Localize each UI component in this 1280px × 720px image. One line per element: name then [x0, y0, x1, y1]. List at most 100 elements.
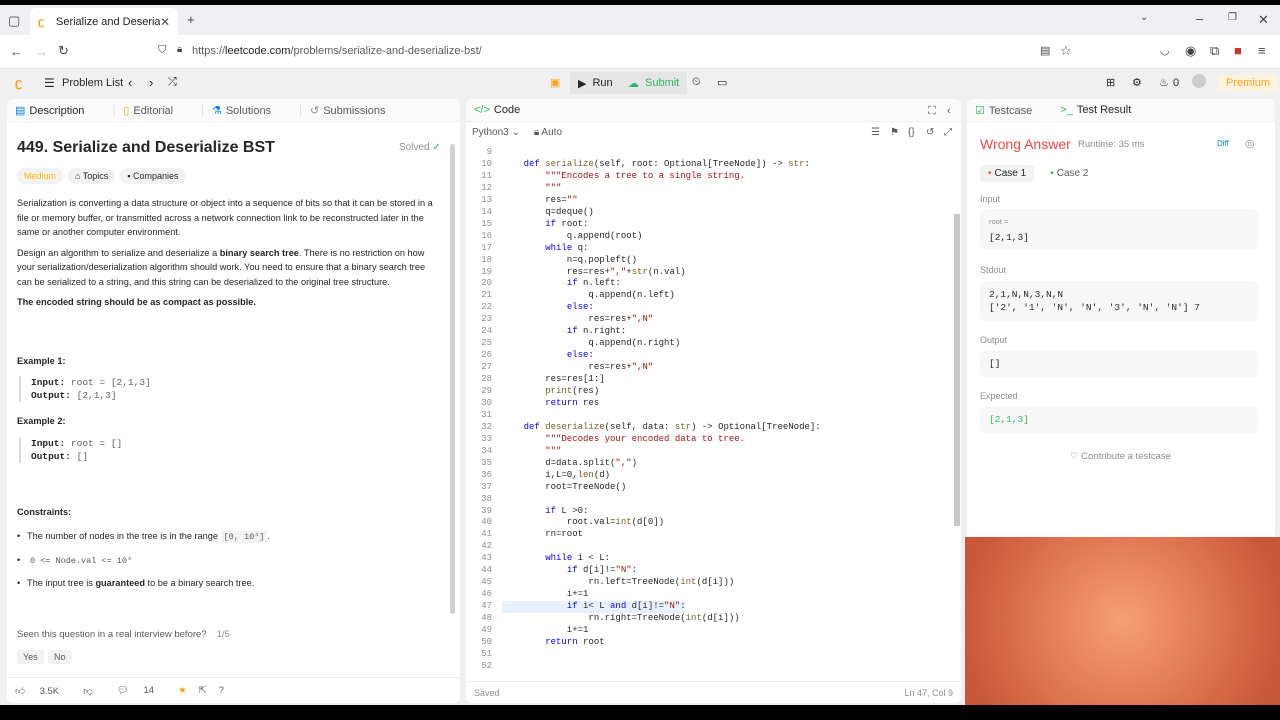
minimize-icon[interactable]: – [1196, 11, 1203, 26]
maximize-icon[interactable]: ❐ [1228, 12, 1237, 23]
expand-icon[interactable]: ⤢ [944, 127, 952, 138]
bookmark-star-icon[interactable]: ☆ [1060, 43, 1072, 59]
description-note: The encoded string should be as compact … [17, 297, 256, 307]
browser-tab[interactable]: ʗ Serialize and Deserialize BST - L ✕ [30, 8, 178, 35]
description-panel: ▤ Description | ▯ Editorial | ⚗ Solutions |… [7, 99, 460, 703]
favorite-star-icon[interactable]: ★ [178, 685, 187, 696]
extensions-icon[interactable]: ⧉ [1210, 43, 1219, 59]
share-icon[interactable]: ⇱ [199, 685, 207, 696]
code-editor[interactable]: 9 10 def serialize(self, root: Optional[T… [466, 145, 961, 681]
dislike-button[interactable]: 👎︎ [83, 685, 105, 697]
text: Design an algorithm to serialize and des… [17, 247, 220, 258]
tab-description[interactable]: ▤ Description [15, 104, 98, 117]
tab-submissions[interactable]: ↺ Submissions [310, 104, 400, 117]
bold-text: guaranteed [95, 578, 145, 588]
line-number: 41 [481, 529, 492, 540]
language-select[interactable]: Python3 ⌄ [472, 127, 520, 138]
tab-solutions[interactable]: ⚗ Solutions [212, 104, 285, 117]
yes-button[interactable]: Yes [17, 650, 44, 664]
input-value: [2,1,3] [989, 232, 1029, 243]
collapse-icon[interactable]: ‹ [947, 105, 951, 117]
line-number: 51 [481, 648, 492, 659]
autocomplete-mode[interactable]: 🔒︎ Auto [534, 127, 562, 138]
tab-testcase[interactable]: ☑ Testcase [975, 104, 1046, 117]
layout-icon[interactable]: ⊞ [1106, 76, 1115, 89]
fullscreen-icon[interactable]: ⛶ [928, 105, 936, 118]
tab-overview-icon[interactable]: ▢ [8, 13, 20, 29]
problem-list-link[interactable]: Problem List [62, 77, 123, 89]
settings-gear-icon[interactable]: ⚙ [1132, 76, 1142, 89]
case-1-tab[interactable]: • Case 1 [980, 165, 1035, 182]
topics-tag[interactable]: ⌂ Topics [68, 168, 116, 184]
random-problem-icon[interactable]: ⤮ [168, 76, 177, 89]
line-number: 21 [481, 290, 492, 301]
line-number: 38 [481, 493, 492, 504]
description-scrollbar[interactable] [450, 144, 455, 614]
run-button[interactable]: ▶ Run [570, 72, 621, 94]
bookmark-icon[interactable]: ⚑ [890, 127, 899, 138]
premium-button[interactable]: Premium [1218, 75, 1279, 91]
window-close-icon[interactable]: ✕ [1258, 12, 1269, 28]
back-icon[interactable]: ← [10, 44, 23, 59]
description-paragraph: Design an algorithm to serialize and des… [17, 246, 442, 290]
line-number: 31 [481, 409, 492, 420]
language-label: Python3 [472, 127, 509, 138]
no-button[interactable]: No [48, 650, 72, 664]
companies-tag[interactable]: ▪ Companies [120, 168, 186, 184]
leetcode-navbar: ʗ ☰ Problem List ‹ › ⤮ ▣ ▶ Run ☁ Submit ⏲ … [0, 69, 1280, 98]
account-icon[interactable]: ◉ [1185, 43, 1196, 59]
pass-dot-icon: • [1050, 168, 1054, 179]
close-tab-icon[interactable]: ✕ [160, 15, 170, 29]
extension-icon[interactable]: ■ [1234, 43, 1242, 58]
tab-editorial[interactable]: ▯ Editorial [123, 104, 187, 117]
code-scrollbar[interactable] [954, 214, 960, 526]
next-problem-icon[interactable]: › [149, 75, 153, 90]
tab-test-result[interactable]: >_ Test Result [1060, 104, 1145, 116]
forward-icon[interactable]: → [35, 44, 48, 59]
prev-problem-icon[interactable]: ‹ [128, 75, 132, 90]
stdout-line: ['2', '1', 'N', 'N', '3', 'N', 'N'] 7 [989, 302, 1200, 313]
braces-icon[interactable]: {} [908, 127, 915, 138]
expected-value: [2,1,3] [989, 414, 1029, 425]
notes-icon[interactable]: ▭ [717, 76, 727, 89]
line-number: 44 [481, 565, 492, 576]
timer-icon[interactable]: ⏲ [692, 76, 701, 89]
contribute-testcase-link[interactable]: ♡ Contribute a testcase [1070, 451, 1171, 462]
url-input[interactable]: https://leetcode.com/problems/serialize-… [192, 45, 482, 57]
lock-icon[interactable]: 🔒︎ [177, 44, 182, 55]
code-icon: </> [474, 104, 490, 116]
diff-toggle[interactable]: Diff [1217, 139, 1229, 148]
case-2-tab[interactable]: • Case 2 [1042, 165, 1096, 182]
shield-icon[interactable]: ⛉ [158, 44, 166, 57]
problem-title[interactable]: 449. Serialize and Deserialize BST [17, 139, 275, 157]
leetcode-logo-icon[interactable]: ʗ [15, 75, 22, 90]
menu-icon[interactable]: ≡ [1258, 43, 1266, 58]
reset-icon[interactable]: ↺ [926, 127, 934, 138]
reader-view-icon[interactable]: ▤ [1040, 44, 1050, 57]
new-tab-icon[interactable]: + [187, 12, 195, 27]
line-number: 18 [481, 254, 492, 265]
tab-code[interactable]: </> Code [474, 104, 534, 116]
line-number: 46 [481, 589, 492, 600]
fire-icon[interactable]: ♨ [1159, 76, 1169, 89]
line-number: 17 [481, 242, 492, 253]
submit-button[interactable]: ☁ Submit [620, 72, 688, 94]
help-icon[interactable]: ? [219, 685, 224, 696]
eye-icon[interactable]: ◎ [1245, 137, 1255, 150]
avatar[interactable] [1192, 74, 1206, 88]
problem-list-icon[interactable]: ☰ [44, 76, 55, 90]
line-number: 33 [481, 433, 492, 444]
comments-button[interactable]: 💬︎ 14 [117, 685, 166, 696]
url-prefix: https:// [192, 45, 226, 57]
format-icon[interactable]: ☰ [871, 127, 880, 138]
input-label: Input [980, 194, 1001, 204]
code-line: root=TreeNode() [502, 481, 627, 492]
constraints-title: Constraints: [17, 506, 72, 517]
code-line: return res [545, 397, 600, 408]
like-button[interactable]: 👍︎ 3.5K [15, 685, 71, 697]
reload-icon[interactable]: ↻ [58, 43, 69, 59]
pocket-icon[interactable]: ◡ [1160, 44, 1170, 57]
tab-list-icon[interactable]: ⌄ [1140, 12, 1148, 23]
code-line: rn=root [502, 529, 584, 540]
debug-icon[interactable]: ▣ [550, 76, 560, 89]
